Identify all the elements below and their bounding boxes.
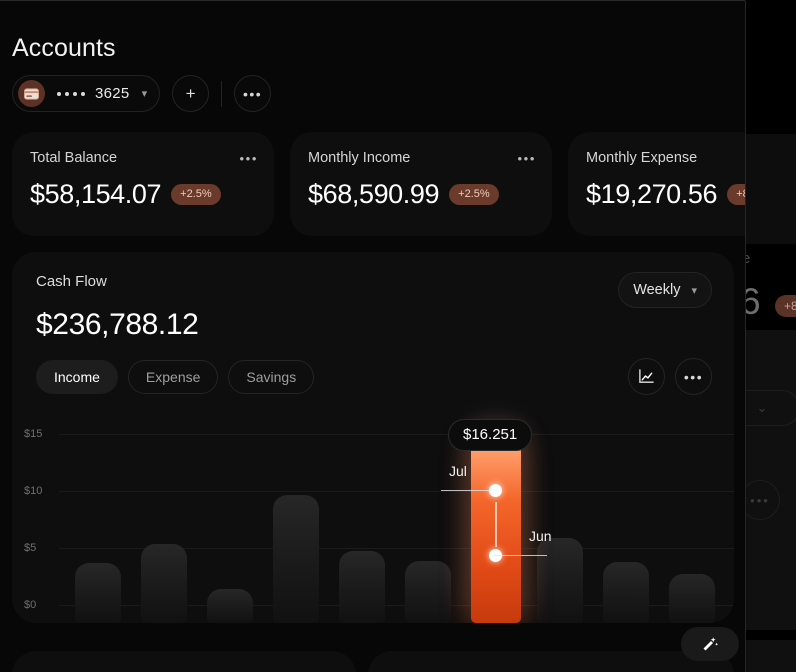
more-icon: ••• (243, 85, 263, 102)
account-selector[interactable]: 3625 ▾ (12, 75, 161, 112)
stat-card-list: Total Balance ••• $58,154.07 +2.5% Month… (12, 132, 745, 236)
app-root: e 6 +8% ⌄ ••• Accounts 3625 ▾ (0, 0, 796, 672)
node-connector (495, 502, 497, 547)
bg-more-button: ••• (740, 480, 780, 520)
bar[interactable] (405, 561, 451, 623)
chevron-down-icon: ▾ (141, 88, 148, 100)
add-account-button[interactable]: + (172, 75, 210, 112)
period-label: Weekly (633, 282, 681, 298)
chart-tooltip: $16.251 (448, 419, 533, 451)
cash-flow-chart: $15 $10 $5 $0 Jul Jun $16.251 (12, 412, 734, 623)
status-badge: +2.5% (449, 184, 499, 205)
stat-value-row: $58,154.07 +2.5% (30, 179, 256, 210)
bar[interactable] (75, 563, 121, 623)
bar[interactable] (339, 551, 385, 623)
ytick-label: $10 (24, 485, 43, 497)
toolbar-divider (221, 80, 223, 107)
stat-card-monthly-income[interactable]: Monthly Income ••• $68,590.99 +2.5% (290, 132, 552, 236)
masked-digits (57, 91, 85, 96)
bar[interactable] (141, 544, 187, 623)
stat-label: Monthly Income (308, 150, 411, 166)
bar[interactable] (207, 589, 253, 623)
chart-more-icon[interactable]: ••• (675, 358, 712, 395)
tab-expense[interactable]: Expense (127, 360, 219, 394)
ytick-label: $15 (24, 428, 43, 440)
stat-more-icon[interactable]: ••• (518, 151, 536, 166)
main-panel: Accounts 3625 ▾ + ••• Total Balance ••• … (0, 0, 746, 672)
tab-savings[interactable]: Savings (228, 360, 315, 394)
leader-line-jul (441, 489, 491, 491)
annotation-label-jun: Jun (529, 528, 552, 544)
cash-flow-tabs: Income Expense Savings (36, 360, 315, 394)
stat-card-monthly-expense[interactable]: Monthly Expense $19,270.56 +8% (568, 132, 745, 236)
stat-label: Monthly Expense (586, 150, 698, 166)
stat-more-icon[interactable]: ••• (240, 151, 258, 166)
stat-value: $19,270.56 (586, 179, 718, 209)
more-icon: ••• (683, 368, 704, 385)
account-toolbar: 3625 ▾ + ••• (12, 75, 272, 112)
line-chart-icon[interactable] (628, 358, 665, 395)
stat-value-row: $19,270.56 +8% (586, 179, 745, 210)
bar[interactable] (273, 495, 319, 623)
annotation-label-jul: Jul (449, 463, 467, 479)
account-more-button[interactable]: ••• (234, 75, 272, 112)
cash-flow-value: $236,788.12 (36, 308, 199, 341)
magic-wand-icon (703, 637, 719, 651)
bar-group: Jul Jun (59, 434, 724, 623)
credit-card-icon (18, 80, 45, 107)
tab-income[interactable]: Income (36, 360, 118, 394)
ytick-label: $0 (24, 599, 37, 611)
bar[interactable] (669, 574, 715, 623)
bar[interactable] (537, 538, 583, 623)
cash-flow-title: Cash Flow (36, 273, 107, 290)
bottom-card-right[interactable] (368, 651, 734, 672)
chevron-down-icon: ▾ (691, 284, 697, 297)
bar[interactable] (603, 562, 649, 623)
period-selector[interactable]: Weekly ▾ (618, 272, 712, 308)
page-title: Accounts (12, 34, 116, 62)
status-badge: +8% (727, 184, 745, 205)
chart-action-group: ••• (628, 358, 712, 395)
ytick-label: $5 (24, 542, 37, 554)
account-last4: 3625 (95, 85, 130, 102)
magic-wand-button[interactable] (681, 627, 739, 661)
bg-stat-badge: +8% (775, 295, 796, 317)
stat-value-row: $68,590.99 +2.5% (308, 179, 534, 210)
stat-label: Total Balance (30, 150, 118, 166)
bottom-card-left[interactable] (12, 651, 356, 672)
status-badge: +2.5% (171, 184, 221, 205)
leader-line-jun (493, 554, 547, 556)
stat-value: $58,154.07 (30, 179, 162, 209)
stat-card-total-balance[interactable]: Total Balance ••• $58,154.07 +2.5% (12, 132, 274, 236)
cash-flow-card: Cash Flow $236,788.12 Weekly ▾ Income Ex… (12, 252, 734, 623)
stat-value: $68,590.99 (308, 179, 440, 209)
